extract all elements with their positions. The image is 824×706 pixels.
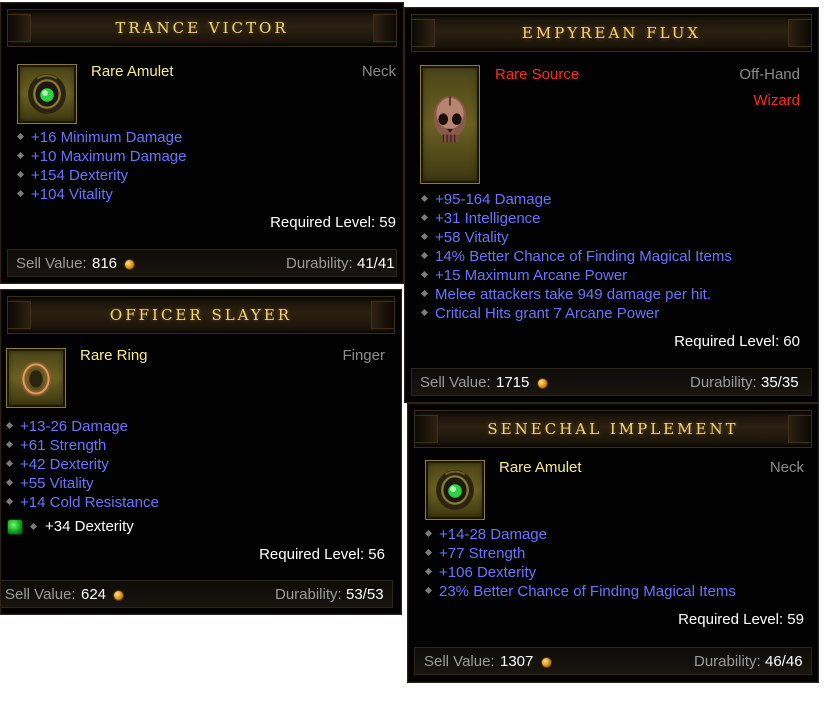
durability-label: Durability: <box>286 255 353 272</box>
item-type: Rare Ring <box>80 347 148 364</box>
item-footer: Sell Value: 624 Durability: 53/53 <box>1 580 393 608</box>
affix-line: 14% Better Chance of Finding Magical Ite… <box>421 247 732 266</box>
item-tooltip-officer-slayer: OFFICER SLAYER Rare Ring Finger +13-26 D… <box>0 289 402 615</box>
gold-coin-icon <box>541 657 552 668</box>
sell-value: 816 <box>92 255 118 272</box>
item-slot: Neck <box>361 63 396 80</box>
item-tooltip-empyrean-flux: EMPYREAN FLUX Rare Source Off-Hand Wizar… <box>404 7 819 403</box>
socket-bonus: +34 Dexterity <box>45 518 134 535</box>
ring-icon <box>20 361 52 397</box>
durability-label: Durability: <box>275 586 342 603</box>
skull-source-icon <box>433 95 467 143</box>
item-slot: Finger <box>342 347 385 364</box>
durability-label: Durability: <box>690 374 757 391</box>
affix-line: +13-26 Damage <box>6 417 159 436</box>
durability-value: 41/41 <box>357 255 395 272</box>
item-footer: Sell Value: 1307 Durability: 46/46 <box>414 647 812 675</box>
affix-line: 23% Better Chance of Finding Magical Ite… <box>425 582 736 601</box>
item-icon-frame <box>425 460 485 520</box>
item-name: OFFICER SLAYER <box>109 306 293 324</box>
affix-line: +106 Dexterity <box>425 563 736 582</box>
affix-list: +95-164 Damage +31 Intelligence +58 Vita… <box>421 190 732 323</box>
item-slot: Neck <box>769 459 804 476</box>
item-tooltip-trance-victor: TRANCE VICTOR Rare Amulet Neck +16 Minim… <box>0 2 404 284</box>
item-footer: Sell Value: 1715 Durability: 35/35 <box>411 368 812 396</box>
sell-value: 1715 <box>496 374 530 391</box>
item-name-banner: EMPYREAN FLUX <box>411 14 812 52</box>
affix-line: +55 Vitality <box>6 474 159 493</box>
item-slot: Off-Hand <box>739 66 800 83</box>
sell-value-label: Sell Value: <box>420 374 491 391</box>
item-icon-frame <box>17 64 77 124</box>
affix-list: +13-26 Damage +61 Strength +42 Dexterity… <box>6 417 159 512</box>
affix-line: +61 Strength <box>6 436 159 455</box>
affix-list: +16 Minimum Damage +10 Maximum Damage +1… <box>17 128 186 204</box>
required-level: Required Level: 60 <box>674 333 800 350</box>
item-type: Rare Source <box>495 66 580 83</box>
gold-coin-icon <box>113 590 124 601</box>
affix-line: +31 Intelligence <box>421 209 732 228</box>
gold-coin-icon <box>537 378 548 389</box>
item-name-banner: OFFICER SLAYER <box>7 296 395 334</box>
item-icon-frame <box>6 348 66 408</box>
item-name-banner: TRANCE VICTOR <box>7 9 397 47</box>
item-tooltip-senechal-implement: SENECHAL IMPLEMENT Rare Amulet Neck +14-… <box>407 403 819 683</box>
affix-line: Critical Hits grant 7 Arcane Power <box>421 304 732 323</box>
affix-line: +77 Strength <box>425 544 736 563</box>
item-footer: Sell Value: 816 Durability: 41/41 <box>7 249 397 277</box>
item-type: Rare Amulet <box>91 63 174 80</box>
affix-line: +104 Vitality <box>17 185 186 204</box>
affix-line: +14-28 Damage <box>425 525 736 544</box>
affix-line: +10 Maximum Damage <box>17 147 186 166</box>
affix-line: +154 Dexterity <box>17 166 186 185</box>
amulet-icon <box>28 74 66 114</box>
required-level: Required Level: 59 <box>270 214 396 231</box>
sell-value: 624 <box>81 586 107 603</box>
required-level: Required Level: 56 <box>259 546 385 563</box>
durability-value: 35/35 <box>761 374 799 391</box>
item-name: SENECHAL IMPLEMENT <box>487 420 739 438</box>
class-requirement: Wizard <box>753 92 800 109</box>
sell-value-label: Sell Value: <box>16 255 87 272</box>
item-icon-frame <box>420 65 480 184</box>
affix-line: +42 Dexterity <box>6 455 159 474</box>
affix-line: +58 Vitality <box>421 228 732 247</box>
affix-line: Melee attackers take 949 damage per hit. <box>421 285 732 304</box>
emerald-gem-icon <box>7 519 23 535</box>
affix-line: +16 Minimum Damage <box>17 128 186 147</box>
sell-value-label: Sell Value: <box>5 586 76 603</box>
amulet-icon <box>436 470 474 510</box>
sell-value-label: Sell Value: <box>424 653 495 670</box>
affix-line: +15 Maximum Arcane Power <box>421 266 732 285</box>
sell-value: 1307 <box>500 653 534 670</box>
affix-line: +14 Cold Resistance <box>6 493 159 512</box>
affix-line: +95-164 Damage <box>421 190 732 209</box>
gold-coin-icon <box>124 259 135 270</box>
item-type: Rare Amulet <box>499 459 582 476</box>
required-level: Required Level: 59 <box>678 611 804 628</box>
affix-list: +14-28 Damage +77 Strength +106 Dexterit… <box>425 525 736 601</box>
durability-value: 53/53 <box>346 586 384 603</box>
durability-value: 46/46 <box>765 653 803 670</box>
item-name: TRANCE VICTOR <box>115 19 289 37</box>
item-name: EMPYREAN FLUX <box>521 24 702 42</box>
item-name-banner: SENECHAL IMPLEMENT <box>414 410 812 448</box>
durability-label: Durability: <box>694 653 761 670</box>
